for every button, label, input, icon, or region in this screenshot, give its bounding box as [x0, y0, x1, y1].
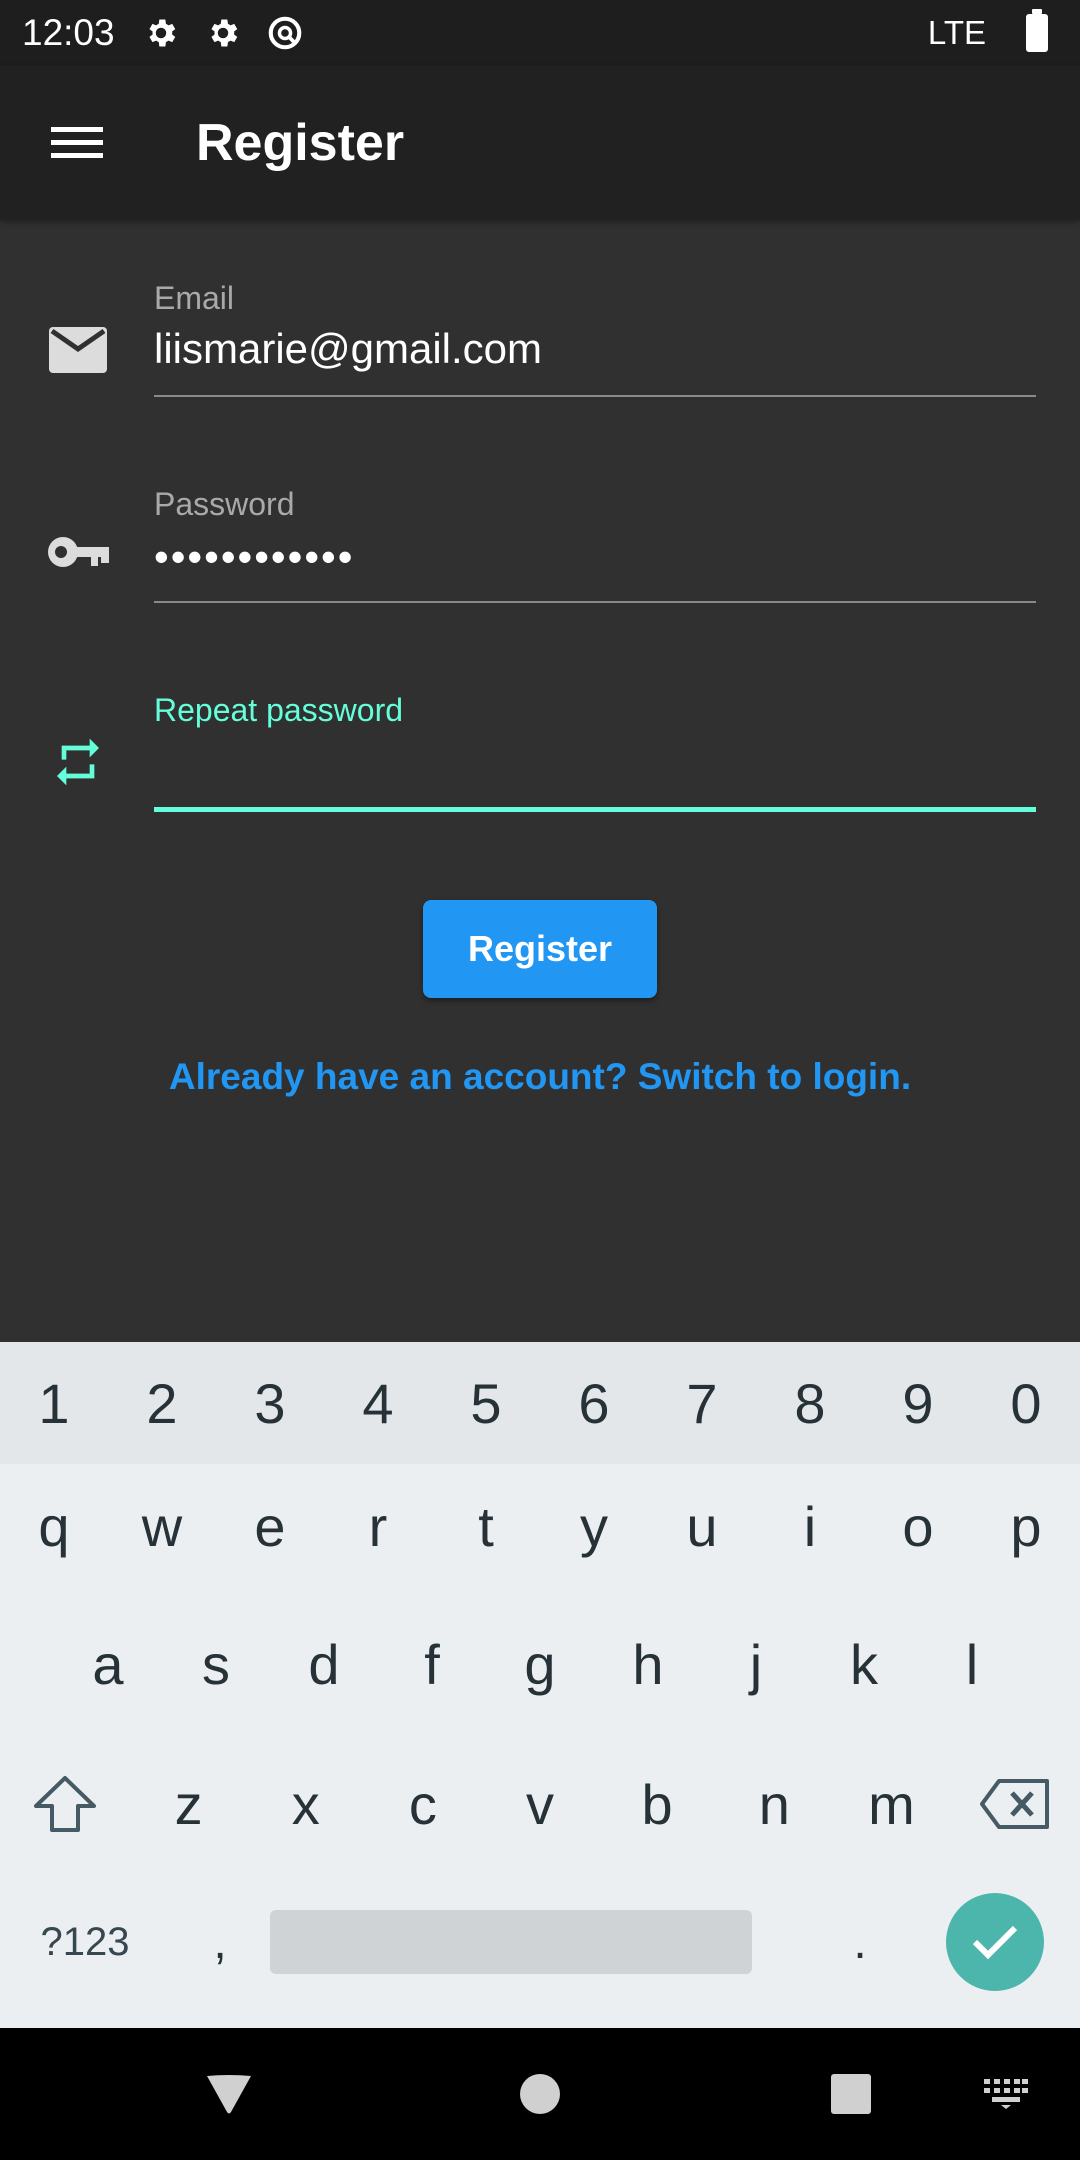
key-8[interactable]: 8 — [756, 1371, 864, 1436]
keyboard-row-4: ?123 , . — [0, 1882, 1080, 2002]
network-type: LTE — [927, 14, 986, 51]
key-period[interactable]: . — [810, 1915, 910, 1970]
system-nav-bar — [0, 2028, 1080, 2160]
key-l[interactable]: l — [918, 1632, 1026, 1697]
repeat-password-input[interactable] — [154, 737, 1036, 789]
symbols-key[interactable]: ?123 — [0, 1920, 170, 1965]
repeat-password-field[interactable]: Repeat password — [154, 692, 1036, 812]
key-x[interactable]: x — [247, 1772, 364, 1837]
password-input[interactable]: •••••••••••• — [154, 531, 1036, 583]
key-p[interactable]: p — [972, 1494, 1080, 1559]
key-9[interactable]: 9 — [864, 1371, 972, 1436]
key-icon — [44, 518, 112, 586]
gear-icon — [141, 13, 181, 53]
keyboard-number-row: 1 2 3 4 5 6 7 8 9 0 — [0, 1342, 1080, 1464]
key-m[interactable]: m — [833, 1772, 950, 1837]
key-comma[interactable]: , — [170, 1915, 270, 1970]
battery-icon — [1026, 9, 1048, 52]
register-button[interactable]: Register — [423, 900, 657, 998]
key-q[interactable]: q — [0, 1494, 108, 1559]
page-title: Register — [196, 114, 405, 172]
shift-icon[interactable] — [0, 1754, 130, 1854]
key-s[interactable]: s — [162, 1632, 270, 1697]
key-i[interactable]: i — [756, 1494, 864, 1559]
home-icon[interactable] — [510, 2064, 570, 2124]
key-4[interactable]: 4 — [324, 1371, 432, 1436]
status-time: 12:03 — [22, 12, 115, 53]
password-row: Password •••••••••••• — [0, 486, 1080, 686]
backspace-icon[interactable] — [950, 1754, 1080, 1854]
keyboard-row-3-letters: z x c v b n m — [130, 1772, 950, 1837]
key-g[interactable]: g — [486, 1632, 594, 1697]
repeat-icon — [44, 728, 112, 796]
mail-icon — [44, 316, 112, 384]
space-key[interactable] — [270, 1910, 752, 1974]
key-n[interactable]: n — [716, 1772, 833, 1837]
email-field[interactable]: Email liismarie@gmail.com — [154, 280, 1036, 397]
key-o[interactable]: o — [864, 1494, 972, 1559]
recents-icon[interactable] — [821, 2064, 881, 2124]
key-3[interactable]: 3 — [216, 1371, 324, 1436]
key-b[interactable]: b — [599, 1772, 716, 1837]
password-label: Password — [154, 486, 295, 522]
keyboard-row-1: q w e r t y u i o p — [0, 1466, 1080, 1586]
gear-icon — [203, 13, 243, 53]
key-z[interactable]: z — [130, 1772, 247, 1837]
key-f[interactable]: f — [378, 1632, 486, 1697]
email-input[interactable]: liismarie@gmail.com — [154, 325, 1036, 377]
key-h[interactable]: h — [594, 1632, 702, 1697]
keyboard-row-2: a s d f g h j k l — [54, 1604, 1026, 1724]
password-field[interactable]: Password •••••••••••• — [154, 486, 1036, 603]
key-j[interactable]: j — [702, 1632, 810, 1697]
key-d[interactable]: d — [270, 1632, 378, 1697]
key-y[interactable]: y — [540, 1494, 648, 1559]
key-a[interactable]: a — [54, 1632, 162, 1697]
key-7[interactable]: 7 — [648, 1371, 756, 1436]
email-label: Email — [154, 280, 235, 316]
key-t[interactable]: t — [432, 1494, 540, 1559]
key-6[interactable]: 6 — [540, 1371, 648, 1436]
key-k[interactable]: k — [810, 1632, 918, 1697]
key-u[interactable]: u — [648, 1494, 756, 1559]
data-saver-icon — [265, 13, 305, 53]
switch-to-login-link[interactable]: Already have an account? Switch to login… — [0, 1056, 1080, 1098]
email-underline — [154, 395, 1036, 397]
enter-check-icon[interactable] — [946, 1893, 1044, 1991]
hamburger-menu-icon[interactable] — [22, 88, 132, 198]
password-underline — [154, 601, 1036, 603]
app-bar: Register — [0, 66, 1080, 220]
key-r[interactable]: r — [324, 1494, 432, 1559]
key-1[interactable]: 1 — [0, 1371, 108, 1436]
key-w[interactable]: w — [108, 1494, 216, 1559]
repeat-password-underline — [154, 807, 1036, 812]
soft-keyboard: 1 2 3 4 5 6 7 8 9 0 q w e r t y u i o p … — [0, 1342, 1080, 2028]
repeat-password-row: Repeat password — [0, 692, 1080, 892]
key-0[interactable]: 0 — [972, 1371, 1080, 1436]
key-2[interactable]: 2 — [108, 1371, 216, 1436]
key-c[interactable]: c — [364, 1772, 481, 1837]
key-v[interactable]: v — [481, 1772, 598, 1837]
key-5[interactable]: 5 — [432, 1371, 540, 1436]
keyboard-switch-icon[interactable] — [976, 2064, 1036, 2124]
repeat-password-label: Repeat password — [154, 692, 404, 728]
key-e[interactable]: e — [216, 1494, 324, 1559]
back-icon[interactable] — [199, 2064, 259, 2124]
email-row: Email liismarie@gmail.com — [0, 280, 1080, 480]
status-bar: 12:03 LTE — [0, 0, 1080, 66]
keyboard-row-3: z x c v b n m — [0, 1744, 1080, 1864]
